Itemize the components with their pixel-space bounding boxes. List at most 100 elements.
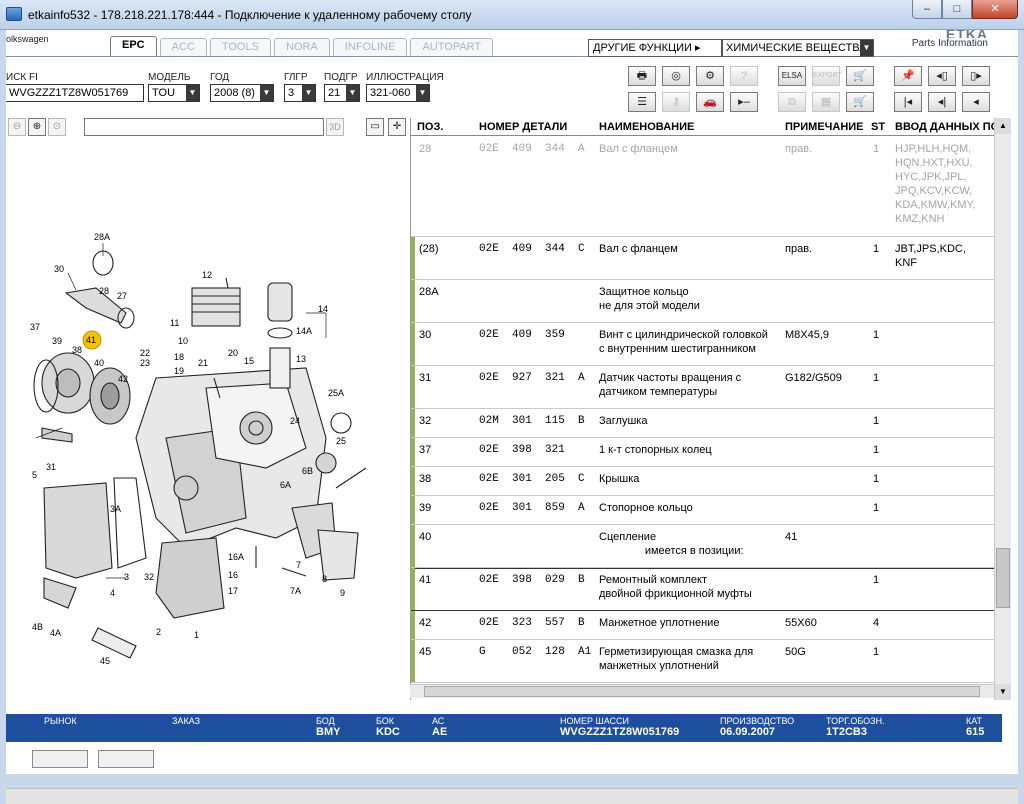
model-select[interactable]: TOU ▼ — [148, 84, 200, 102]
cart-icon[interactable]: 🛒 — [846, 92, 874, 112]
table-row[interactable]: 30 02E 409 359 Винт с цилиндрической голов… — [411, 323, 994, 366]
view-icon[interactable]: ▭ — [366, 118, 384, 136]
callout-25[interactable]: 25 — [336, 436, 346, 446]
callout-28A[interactable]: 28A — [94, 232, 110, 242]
prev-page-icon[interactable]: ◂▯ — [928, 66, 956, 86]
left-arrow-icon[interactable]: ◂ — [962, 92, 990, 112]
callout-32[interactable]: 32 — [144, 572, 154, 582]
col-model-data[interactable]: ВВОД ДАННЫХ ПО МОДЕЛЯМ — [895, 121, 994, 133]
callout-28[interactable]: 28 — [99, 286, 109, 296]
col-name[interactable]: НАИМЕНОВАНИЕ — [599, 121, 694, 133]
main-group-select[interactable]: 3 ▼ — [284, 84, 316, 102]
tab-nora[interactable]: NORA — [273, 38, 330, 56]
callout-3A[interactable]: 3A — [110, 504, 121, 514]
chemicals-select[interactable]: ХИМИЧЕСКИЕ ВЕЩЕСТВА ▼ — [722, 39, 874, 57]
callout-15[interactable]: 15 — [244, 356, 254, 366]
callout-4A[interactable]: 4A — [50, 628, 61, 638]
callout-12[interactable]: 12 — [202, 270, 212, 280]
col-part-number[interactable]: НОМЕР ДЕТАЛИ — [479, 121, 567, 133]
elsa-button[interactable]: ELSA — [778, 66, 806, 86]
bottom-button-1[interactable] — [32, 750, 88, 768]
callout-27[interactable]: 27 — [117, 291, 127, 301]
window-titlebar[interactable]: etkainfo532 - 178.218.221.178:444 - Подк… — [0, 0, 1024, 30]
callout-7A[interactable]: 7A — [290, 586, 301, 596]
callout-19[interactable]: 19 — [174, 366, 184, 376]
callout-22[interactable]: 22 — [140, 348, 150, 358]
pin-icon[interactable]: 📌 — [894, 66, 922, 86]
callout-1[interactable]: 1 — [194, 630, 199, 640]
illustration-search-input[interactable] — [84, 118, 324, 136]
callout-40[interactable]: 40 — [94, 358, 104, 368]
table-row[interactable]: 28A Защитное кольцо не для этой модели — [411, 280, 994, 323]
callout-42[interactable]: 42 — [118, 374, 128, 384]
year-select[interactable]: 2008 (8) ▼ — [210, 84, 274, 102]
other-functions-button[interactable]: ДРУГИЕ ФУНКЦИИ ▸ — [588, 39, 722, 57]
col-note[interactable]: ПРИМЕЧАНИЕ — [785, 121, 864, 133]
chevron-down-icon[interactable]: ▼ — [302, 85, 315, 101]
car-icon[interactable]: 🚗 — [696, 92, 724, 112]
table-row[interactable]: 42 02E 323 557 B Манжетное уплотнение 55X60… — [411, 611, 994, 640]
vin-field[interactable]: WVGZZZ1TZ8W051769 — [6, 84, 144, 102]
cart-add-icon[interactable]: 🛒 — [846, 66, 874, 86]
callout-13[interactable]: 13 — [296, 354, 306, 364]
illustration-select[interactable]: 321-060 ▼ — [366, 84, 430, 102]
table-row[interactable]: 45 G 052 128 A1 Герметизирующая смазка для… — [411, 640, 994, 683]
zoom-fit-icon[interactable]: ⊙ — [48, 118, 66, 136]
table-row[interactable]: 37 02E 398 321 1 к-т стопорных колец 1 — [411, 438, 994, 467]
callout-30[interactable]: 30 — [54, 264, 64, 274]
search-parts-icon[interactable]: ? — [730, 66, 758, 86]
table-row[interactable]: 32 02M 301 115 B Заглушка 1 — [411, 409, 994, 438]
callout-21[interactable]: 21 — [198, 358, 208, 368]
callout-11[interactable]: 11 — [170, 318, 179, 328]
callout-9[interactable]: 9 — [340, 588, 345, 598]
callout-20[interactable]: 20 — [228, 348, 238, 358]
print-icon[interactable]: 🖶 — [628, 66, 656, 86]
tab-autopart[interactable]: AUTOPART — [410, 38, 494, 56]
callout-25A[interactable]: 25A — [328, 388, 344, 398]
three-d-button[interactable]: 3D — [326, 118, 344, 136]
first-page-icon[interactable]: |◂ — [894, 92, 922, 112]
tab-epc[interactable]: EPC — [110, 36, 157, 56]
scroll-down-icon[interactable]: ▼ — [995, 684, 1011, 700]
cd-icon[interactable]: ◎ — [662, 66, 690, 86]
callout-39[interactable]: 39 — [52, 336, 62, 346]
callout-3[interactable]: 3 — [124, 572, 129, 582]
exploded-view-illustration[interactable]: 28A 30 28 27 12 11 10 14 14A 13 37 39 41… — [6, 138, 406, 714]
close-button[interactable]: ✕ — [972, 0, 1018, 19]
parts-icon[interactable]: ⚙ — [696, 66, 724, 86]
callout-14A[interactable]: 14A — [296, 326, 312, 336]
chevron-down-icon[interactable]: ▼ — [260, 85, 273, 101]
scroll-up-icon[interactable]: ▲ — [995, 118, 1011, 134]
table-row[interactable]: 31 02E 927 321 A Датчик частоты вращения с… — [411, 366, 994, 409]
callout-4[interactable]: 4 — [110, 588, 115, 598]
scroll-thumb[interactable] — [996, 548, 1010, 608]
list-icon[interactable]: ☰ — [628, 92, 656, 112]
chevron-down-icon[interactable]: ▼ — [860, 40, 873, 56]
callout-10[interactable]: 10 — [178, 336, 188, 346]
table-row[interactable]: (28) 02E 409 344 C Вал с фланцем прав. 1 JBT,… — [411, 237, 994, 280]
callout-41[interactable]: 41 — [86, 335, 96, 345]
col-position[interactable]: ПОЗ. — [417, 121, 443, 133]
minimize-button[interactable]: – — [912, 0, 942, 19]
next-page-icon[interactable]: ▯▸ — [962, 66, 990, 86]
callout-38[interactable]: 38 — [72, 345, 82, 355]
table-row[interactable]: 41 02E 398 029 B Ремонтный комплект двойно… — [411, 568, 994, 611]
pan-icon[interactable]: ✛ — [388, 118, 406, 136]
callout-18[interactable]: 18 — [174, 352, 184, 362]
sub-group-select[interactable]: 21 ▼ — [324, 84, 360, 102]
print-list-icon[interactable]: ▦ — [812, 92, 840, 112]
zoom-in-icon[interactable]: ⊕ — [28, 118, 46, 136]
callout-2[interactable]: 2 — [156, 627, 161, 637]
callout-31[interactable]: 31 — [46, 462, 56, 472]
callout-16A[interactable]: 16A — [228, 552, 244, 562]
table-row[interactable]: 40 Сцепление имеется в позиции: 41 — [411, 525, 994, 568]
table-horizontal-scrollbar[interactable] — [410, 684, 994, 698]
chevron-down-icon[interactable]: ▼ — [346, 85, 359, 101]
col-st[interactable]: ST — [871, 121, 885, 133]
chevron-down-icon[interactable]: ▼ — [186, 85, 199, 101]
callout-4B[interactable]: 4B — [32, 622, 43, 632]
table-vertical-scrollbar[interactable]: ▲ ▼ — [994, 118, 1011, 700]
collapse-icon[interactable]: ▸– — [730, 92, 758, 112]
callout-16[interactable]: 16 — [228, 570, 238, 580]
h-scroll-thumb[interactable] — [424, 686, 980, 697]
